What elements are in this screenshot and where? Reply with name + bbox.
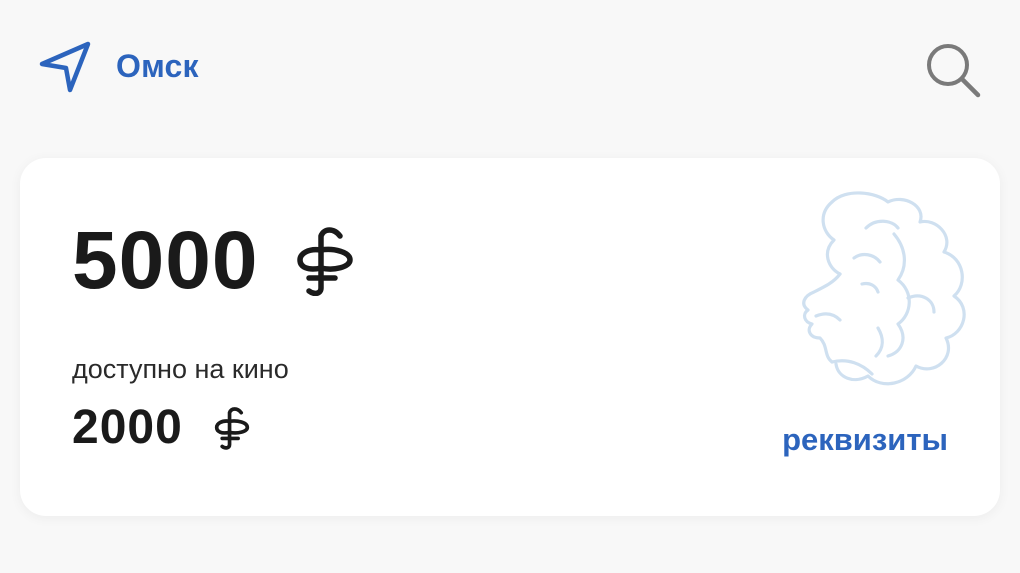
details-link[interactable]: реквизиты <box>782 422 948 458</box>
available-for-cinema-label: доступно на кино <box>72 354 289 384</box>
ruble-currency-icon <box>214 407 249 450</box>
ruble-currency-icon <box>297 227 354 296</box>
pushkin-card-balance: 5000 доступно на кино 2000 реквизиты <box>20 158 1000 516</box>
cinema-balance: 2000 <box>72 404 251 452</box>
balance-amount: 5000 <box>72 215 259 306</box>
search-icon <box>927 44 981 98</box>
pushkin-portrait-icon <box>802 191 966 386</box>
city-name: Омск <box>116 47 199 84</box>
cinema-balance-amount: 2000 <box>72 401 183 454</box>
top-bar: Омск <box>0 0 1020 140</box>
location-arrow-icon <box>39 41 91 93</box>
location-selector[interactable]: Омск <box>38 38 199 94</box>
total-balance: 5000 <box>72 220 356 302</box>
search-button[interactable] <box>922 40 984 98</box>
